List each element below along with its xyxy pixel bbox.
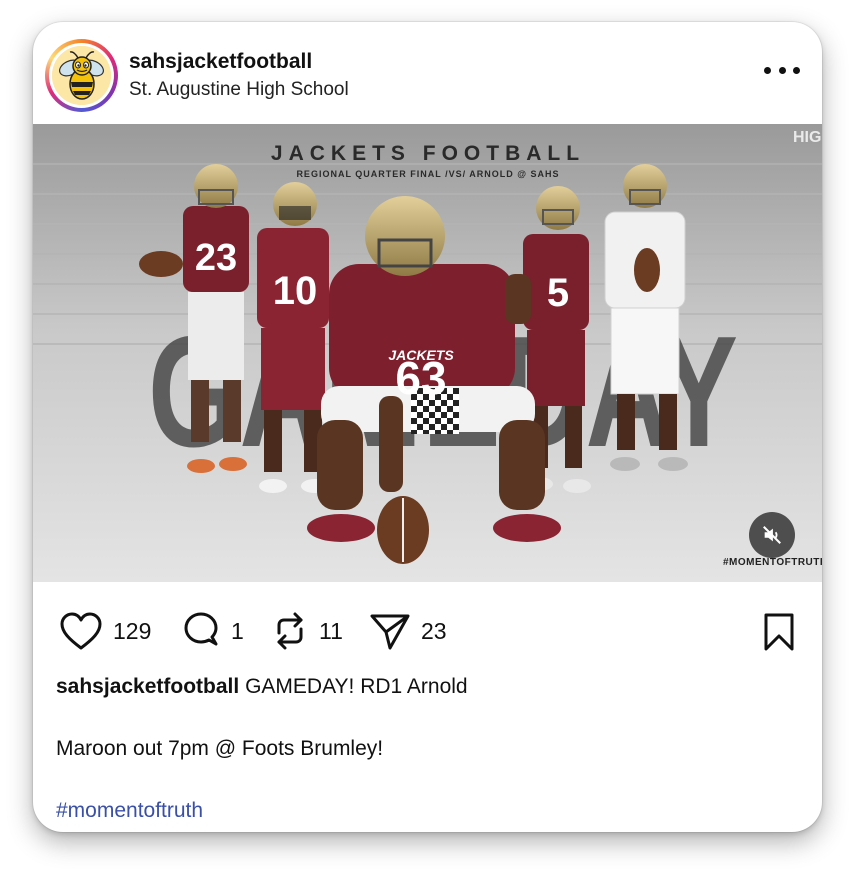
avatar[interactable] xyxy=(45,39,118,112)
media-subtitle: REGIONAL QUARTER FINAL /VS/ ARNOLD @ SAH… xyxy=(296,169,559,179)
caption-hashtag-link[interactable]: #momentoftruth xyxy=(56,796,796,826)
share-count: 23 xyxy=(421,617,447,644)
repost-icon xyxy=(277,612,303,650)
send-icon xyxy=(370,614,410,650)
share-button[interactable]: 23 xyxy=(369,610,447,652)
action-bar: 129 1 11 23 xyxy=(33,582,822,672)
heart-icon xyxy=(60,612,102,650)
caption-username[interactable]: sahsjacketfootball xyxy=(56,675,239,698)
post-card: sahsjacketfootball St. Augustine High Sc… xyxy=(33,22,822,832)
repost-count: 11 xyxy=(319,617,343,644)
svg-text:HIGH: HIGH xyxy=(793,129,822,146)
yellow-jacket-mascot-icon xyxy=(52,46,111,105)
jersey-number: 5 xyxy=(547,271,569,315)
more-options-icon[interactable] xyxy=(764,58,800,82)
caption-line1: GAMEDAY! RD1 Arnold xyxy=(245,675,468,698)
repost-button[interactable]: 11 xyxy=(271,610,343,652)
speaker-muted-icon[interactable] xyxy=(749,512,795,558)
caption-line2: Maroon out 7pm @ Foots Brumley! xyxy=(56,737,384,760)
post-location[interactable]: St. Augustine High School xyxy=(129,79,349,101)
like-count: 129 xyxy=(113,617,152,644)
post-header: sahsjacketfootball St. Augustine High Sc… xyxy=(33,22,822,124)
jersey-number: 63 xyxy=(395,352,446,404)
comment-button[interactable]: 1 xyxy=(181,610,244,652)
jersey-number: 23 xyxy=(195,237,237,279)
jersey-number: 10 xyxy=(273,269,318,313)
post-username[interactable]: sahsjacketfootball xyxy=(129,50,312,74)
comment-count: 1 xyxy=(231,617,244,644)
post-image[interactable]: HIGH JACKETS FOOTBALL REGIONAL QUARTER F… xyxy=(33,124,822,582)
media-hashtag: #MOMENTOFTRUTH xyxy=(723,557,822,568)
media-title: JACKETS FOOTBALL xyxy=(271,142,585,165)
comment-icon xyxy=(184,612,218,646)
post-caption: sahsjacketfootball GAMEDAY! RD1 Arnold M… xyxy=(56,672,796,826)
like-button[interactable]: 129 xyxy=(59,610,151,652)
bookmark-icon[interactable] xyxy=(762,612,796,657)
